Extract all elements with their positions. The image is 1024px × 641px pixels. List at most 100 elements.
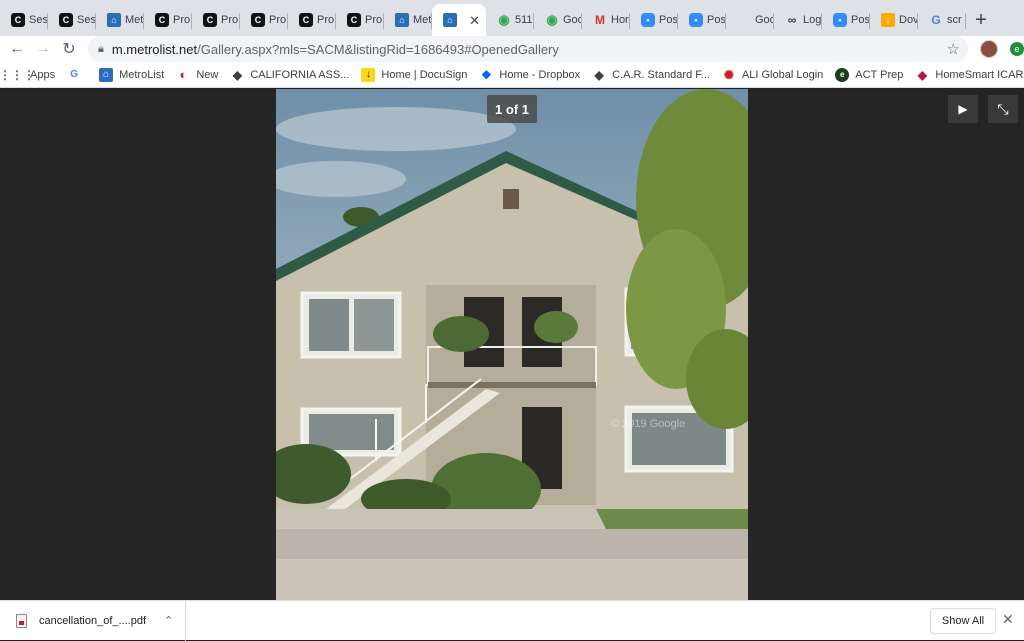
bookmark-item[interactable]: G	[67, 68, 87, 82]
forward-arrow-icon[interactable]: →	[30, 36, 56, 62]
tab-title: Goo	[563, 14, 581, 26]
bookmark-label: ALI Global Login	[741, 68, 824, 81]
tab-title: Pro	[173, 14, 191, 26]
close-tab-icon[interactable]: ✕	[469, 13, 480, 29]
browser-tab[interactable]: ↓ Dov	[870, 4, 918, 36]
tab-title: Ses	[77, 14, 95, 26]
browser-tab[interactable]: Goo	[726, 4, 774, 36]
browser-tab[interactable]: Gscr	[918, 4, 966, 36]
show-all-button[interactable]: Show All	[930, 608, 996, 634]
metrolist-icon: ⌂	[395, 13, 409, 27]
metrolist-icon: ⌂	[107, 13, 121, 27]
browser-tab[interactable]: C Pro	[192, 4, 240, 36]
bookmark-label: ACT Prep	[855, 68, 904, 81]
photo-watermark: © 2019 Google	[611, 418, 685, 430]
chevron-up-icon[interactable]: ⌃	[164, 614, 173, 627]
new-tab-icon[interactable]: +	[966, 4, 996, 36]
photo-counter: 1 of 1	[487, 95, 537, 123]
maps-pin-icon: ◉	[498, 12, 510, 27]
lock-icon[interactable]: 🔒︎	[98, 43, 104, 56]
download-bar: cancellation_of_....pdf ⌃ Show All ✕	[0, 600, 1024, 641]
browser-tab[interactable]: M Hor	[582, 4, 630, 36]
bookmark-label: MetroList	[119, 68, 165, 81]
download-item[interactable]: cancellation_of_....pdf ⌃	[0, 600, 186, 641]
tab-title: Met	[125, 14, 143, 26]
browser-tab[interactable]: ▪ Pos	[630, 4, 678, 36]
browser-tab[interactable]: C Pro	[336, 4, 384, 36]
listing-photo[interactable]: © 2019 Google	[276, 89, 748, 600]
new-icon: ◐	[179, 67, 188, 82]
gallery-viewer: © 2019 Google 1 of 1 ▶ ⤡	[0, 89, 1024, 600]
browser-tab[interactable]: C Ses	[48, 4, 96, 36]
act-prep-icon: e	[835, 67, 850, 82]
bookmark-item[interactable]: ◆ HomeSmart ICAR...	[915, 68, 1024, 82]
bookmark-item[interactable]: ✺ ALI Global Login	[722, 68, 823, 82]
back-arrow-icon[interactable]: ←	[4, 36, 30, 62]
tab-title: Pos	[659, 14, 677, 26]
bookmark-item[interactable]: ◆ C.A.R. Standard F...	[592, 68, 710, 82]
bookmark-item[interactable]: ⋮⋮⋮ Apps	[0, 67, 55, 82]
browser-tab[interactable]: ⌂ ✕	[432, 4, 486, 36]
c-icon: C	[203, 13, 217, 27]
docusign-icon: ↓	[361, 67, 376, 82]
bookmarks-bar: ⋮⋮⋮ Apps G ⌂ MetroList ◐ New ◆ CALIFORNIA ASS...…	[0, 62, 1024, 88]
bookmark-item[interactable]: e ACT Prep	[835, 67, 904, 82]
browser-tab[interactable]: ◉ 511	[486, 4, 534, 36]
bookmark-item[interactable]: ◆ CALIFORNIA ASS...	[230, 67, 350, 82]
exit-fullscreen-icon[interactable]: ⤡	[988, 95, 1018, 123]
c-icon: C	[155, 13, 169, 27]
tab-title: Pro	[221, 14, 239, 26]
reload-icon[interactable]: ↻	[56, 36, 82, 62]
browser-tab[interactable]: C Ses	[0, 4, 48, 36]
homesmart-icon: ◆	[917, 67, 927, 82]
c-icon: C	[251, 13, 265, 27]
tab-title: Goo	[755, 14, 773, 26]
tab-title: Log	[803, 14, 821, 26]
browser-tab[interactable]: C Pro	[144, 4, 192, 36]
bookmark-label: C.A.R. Standard F...	[612, 68, 710, 81]
c-icon: C	[11, 13, 25, 27]
link-icon: ∞	[787, 13, 797, 27]
maps-pin-icon: ◉	[546, 12, 558, 27]
url-path: /Gallery.aspx?mls=SACM&listingRid=168649…	[197, 41, 559, 57]
browser-tab[interactable]: ◉ Goo	[534, 4, 582, 36]
car-diamond-icon: ◆	[232, 67, 242, 82]
house-photo-image: © 2019 Google	[276, 89, 748, 600]
c-icon: C	[299, 13, 313, 27]
browser-tab[interactable]: ⌂ Met	[384, 4, 432, 36]
tab-title: Hor	[611, 14, 629, 26]
tab-title: Dov	[899, 14, 917, 26]
play-slideshow-icon[interactable]: ▶	[948, 95, 978, 123]
ali-global-icon: ✺	[723, 67, 734, 82]
bookmark-item[interactable]: ◐ New	[176, 67, 218, 82]
browser-tab[interactable]: ▪ Pos	[678, 4, 726, 36]
profile-avatar[interactable]	[980, 40, 998, 58]
tab-title: Pos	[851, 14, 869, 26]
bookmark-star-icon[interactable]: ☆	[947, 40, 960, 58]
c-icon: C	[347, 13, 361, 27]
browser-tab[interactable]: ▪ Pos	[822, 4, 870, 36]
browser-tab[interactable]: ∞ Log	[774, 4, 822, 36]
bookmark-item[interactable]: ↓ Home | DocuSign	[361, 67, 467, 82]
close-icon[interactable]: ✕	[1002, 611, 1014, 628]
tab-title: Met	[413, 14, 431, 26]
browser-tab[interactable]: C Pro	[240, 4, 288, 36]
pdf-file-icon	[16, 613, 27, 628]
bookmark-item[interactable]: ❖ Home - Dropbox	[479, 68, 580, 82]
browser-toolbar: ← → ↻ 🔒︎ m.metrolist.net/Gallery.aspx?ml…	[0, 36, 1024, 62]
address-bar[interactable]: 🔒︎ m.metrolist.net/Gallery.aspx?mls=SACM…	[88, 36, 968, 62]
browser-tab[interactable]: ⌂ Met	[96, 4, 144, 36]
zoom-icon: ▪	[641, 13, 655, 27]
extension-icon[interactable]: e	[1010, 42, 1024, 56]
tab-title: Pos	[707, 14, 725, 26]
bookmark-label: CALIFORNIA ASS...	[250, 68, 350, 81]
browser-tab[interactable]: C Pro	[288, 4, 336, 36]
apps-grid-icon: ⋮⋮⋮	[0, 67, 35, 82]
metrolist-icon: ⌂	[443, 13, 457, 27]
bookmark-label: Home - Dropbox	[499, 68, 581, 81]
tab-title: scr	[947, 14, 962, 26]
bookmark-item[interactable]: ⌂ MetroList	[99, 67, 165, 82]
tab-title: Ses	[29, 14, 47, 26]
tab-title: Pro	[365, 14, 383, 26]
metrolist-icon: ⌂	[99, 67, 114, 82]
